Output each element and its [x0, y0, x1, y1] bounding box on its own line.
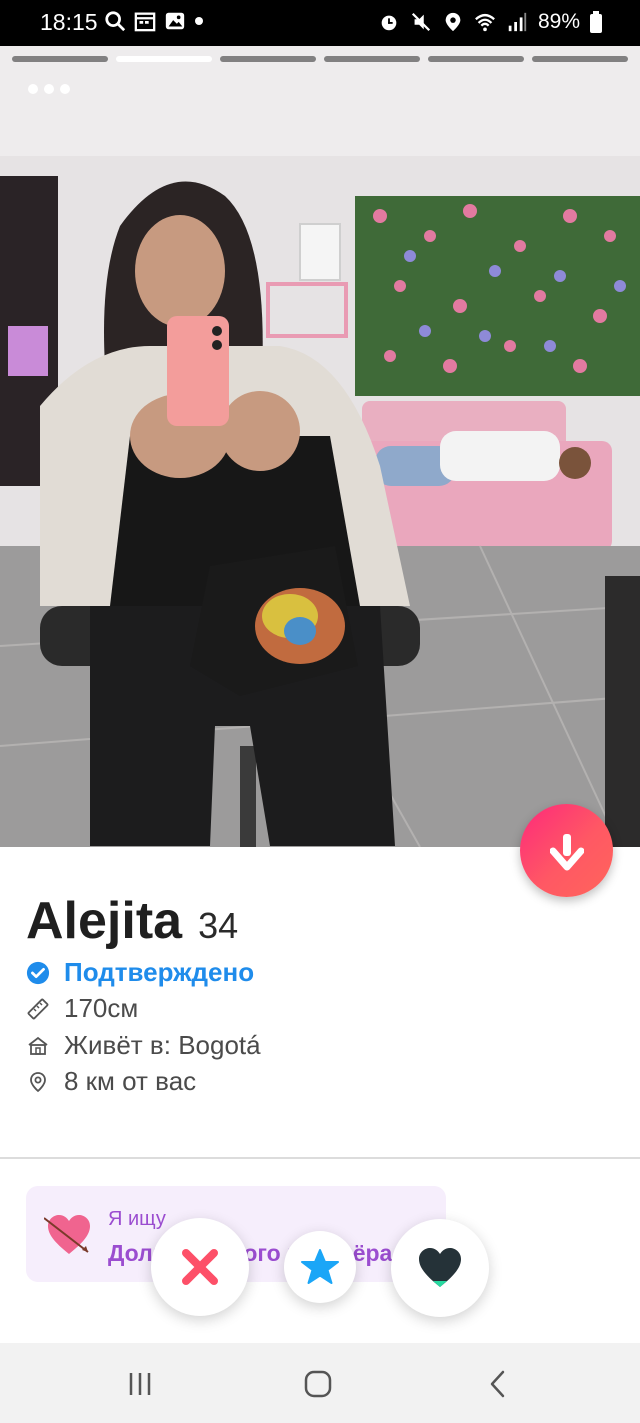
home-icon	[26, 1034, 50, 1058]
arrow-down-icon	[549, 833, 584, 870]
lives-in-row: Живёт в: Bogotá	[26, 1030, 261, 1061]
heart-arrow-icon	[44, 1215, 90, 1254]
profile-name: Alejita	[26, 892, 183, 950]
dot-icon	[195, 17, 203, 25]
photo-progress-segment[interactable]	[220, 56, 316, 62]
collapse-profile-button[interactable]	[520, 804, 613, 897]
divider	[0, 1157, 640, 1159]
location-pin-icon	[26, 1070, 50, 1094]
more-dots-icon[interactable]	[28, 84, 70, 94]
photo-scene	[0, 46, 640, 847]
distance-text: 8 км от вас	[64, 1066, 197, 1096]
mute-icon	[411, 12, 431, 32]
battery-icon	[590, 11, 602, 33]
gallery-icon	[165, 12, 185, 30]
profile-photo[interactable]	[0, 46, 640, 847]
recents-button[interactable]	[120, 1367, 160, 1401]
back-button[interactable]	[478, 1367, 518, 1401]
recents-icon	[129, 1373, 151, 1395]
location-icon	[445, 12, 461, 32]
super-like-button[interactable]	[284, 1231, 356, 1303]
distance-row: 8 км от вас	[26, 1066, 196, 1097]
status-bar: 18:15 89%	[0, 0, 640, 46]
photo-progress-bar	[12, 56, 628, 62]
search-icon	[105, 11, 126, 32]
back-icon	[490, 1370, 505, 1398]
status-left-icons	[104, 10, 204, 32]
profile-age: 34	[198, 905, 239, 946]
photo-progress-segment[interactable]	[324, 56, 420, 62]
calendar-icon	[134, 12, 156, 32]
status-time: 18:15	[40, 9, 98, 35]
photo-progress-segment-active[interactable]	[116, 56, 212, 62]
height-text: 170см	[64, 993, 139, 1023]
lives-in-text: Живёт в: Bogotá	[64, 1030, 261, 1060]
verified-row[interactable]: Подтверждено	[26, 957, 254, 988]
photo-progress-segment[interactable]	[532, 56, 628, 62]
nope-button[interactable]	[151, 1218, 249, 1316]
star-icon	[301, 1249, 339, 1284]
photo-progress-segment[interactable]	[12, 56, 108, 62]
heart-icon	[419, 1248, 461, 1287]
photo-progress-segment[interactable]	[428, 56, 524, 62]
height-row: 170см	[26, 993, 138, 1024]
alarm-icon	[381, 15, 397, 31]
verified-label: Подтверждено	[64, 957, 255, 987]
name-row: Alejita 34	[26, 891, 238, 951]
ruler-icon	[26, 997, 50, 1021]
like-button[interactable]	[391, 1219, 489, 1317]
home-nav-icon	[304, 1370, 332, 1398]
wifi-icon	[475, 13, 495, 32]
x-icon	[182, 1249, 218, 1285]
battery-text: 89%	[537, 10, 580, 33]
status-right-icons: 89%	[378, 10, 602, 34]
signal-icon	[508, 12, 527, 32]
verified-badge-icon	[26, 961, 50, 985]
system-nav-bar	[0, 1343, 640, 1423]
looking-for-label: Я ищу	[108, 1208, 166, 1230]
home-button[interactable]	[298, 1367, 338, 1401]
